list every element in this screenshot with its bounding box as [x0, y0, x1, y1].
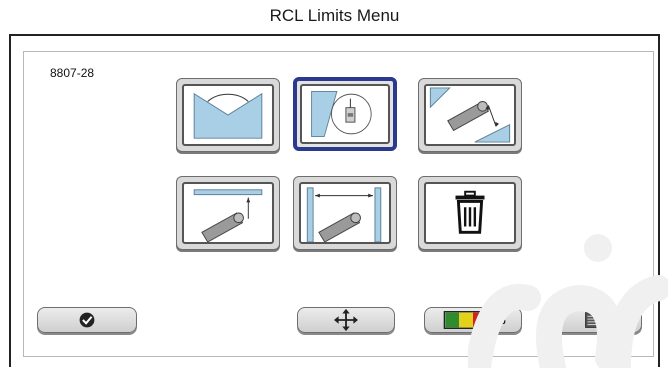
operating-radius-limit-icon: [306, 187, 382, 242]
menu-button[interactable]: [544, 307, 642, 333]
move-arrows-icon: [334, 308, 358, 332]
virtual-wall-face: [300, 84, 390, 144]
load-percent-bar-icon: [443, 311, 488, 329]
boom-angle-limit-button[interactable]: [418, 78, 522, 152]
percent-label: %: [495, 313, 506, 327]
figure-id-label: 8807-28: [50, 66, 95, 80]
tip-height-limit-icon: [193, 189, 263, 242]
confirm-button[interactable]: [37, 307, 137, 333]
trash-icon: [455, 190, 485, 234]
menu-list-icon: [585, 312, 601, 328]
radius-limit-face: [299, 182, 391, 244]
boom-angle-limit-face: [424, 84, 516, 146]
virtual-wall-plan-view-icon: [311, 90, 372, 138]
move-button[interactable]: [297, 307, 395, 333]
tip-height-limit-button[interactable]: [176, 176, 280, 250]
boom-swing-sector-limit-icon: [193, 92, 263, 139]
tip-height-limit-face: [182, 182, 274, 244]
swing-limit-button[interactable]: [176, 78, 280, 152]
page-title: RCL Limits Menu: [269, 6, 400, 25]
checkmark-icon: [79, 312, 95, 328]
delete-limits-face: [424, 182, 516, 244]
virtual-wall-button[interactable]: [293, 77, 397, 151]
boom-angle-limit-icon: [429, 87, 511, 143]
radius-limit-button[interactable]: [293, 176, 397, 250]
swing-limit-face: [182, 84, 274, 146]
load-percent-button[interactable]: %: [424, 307, 522, 333]
delete-limits-button[interactable]: [418, 176, 522, 250]
